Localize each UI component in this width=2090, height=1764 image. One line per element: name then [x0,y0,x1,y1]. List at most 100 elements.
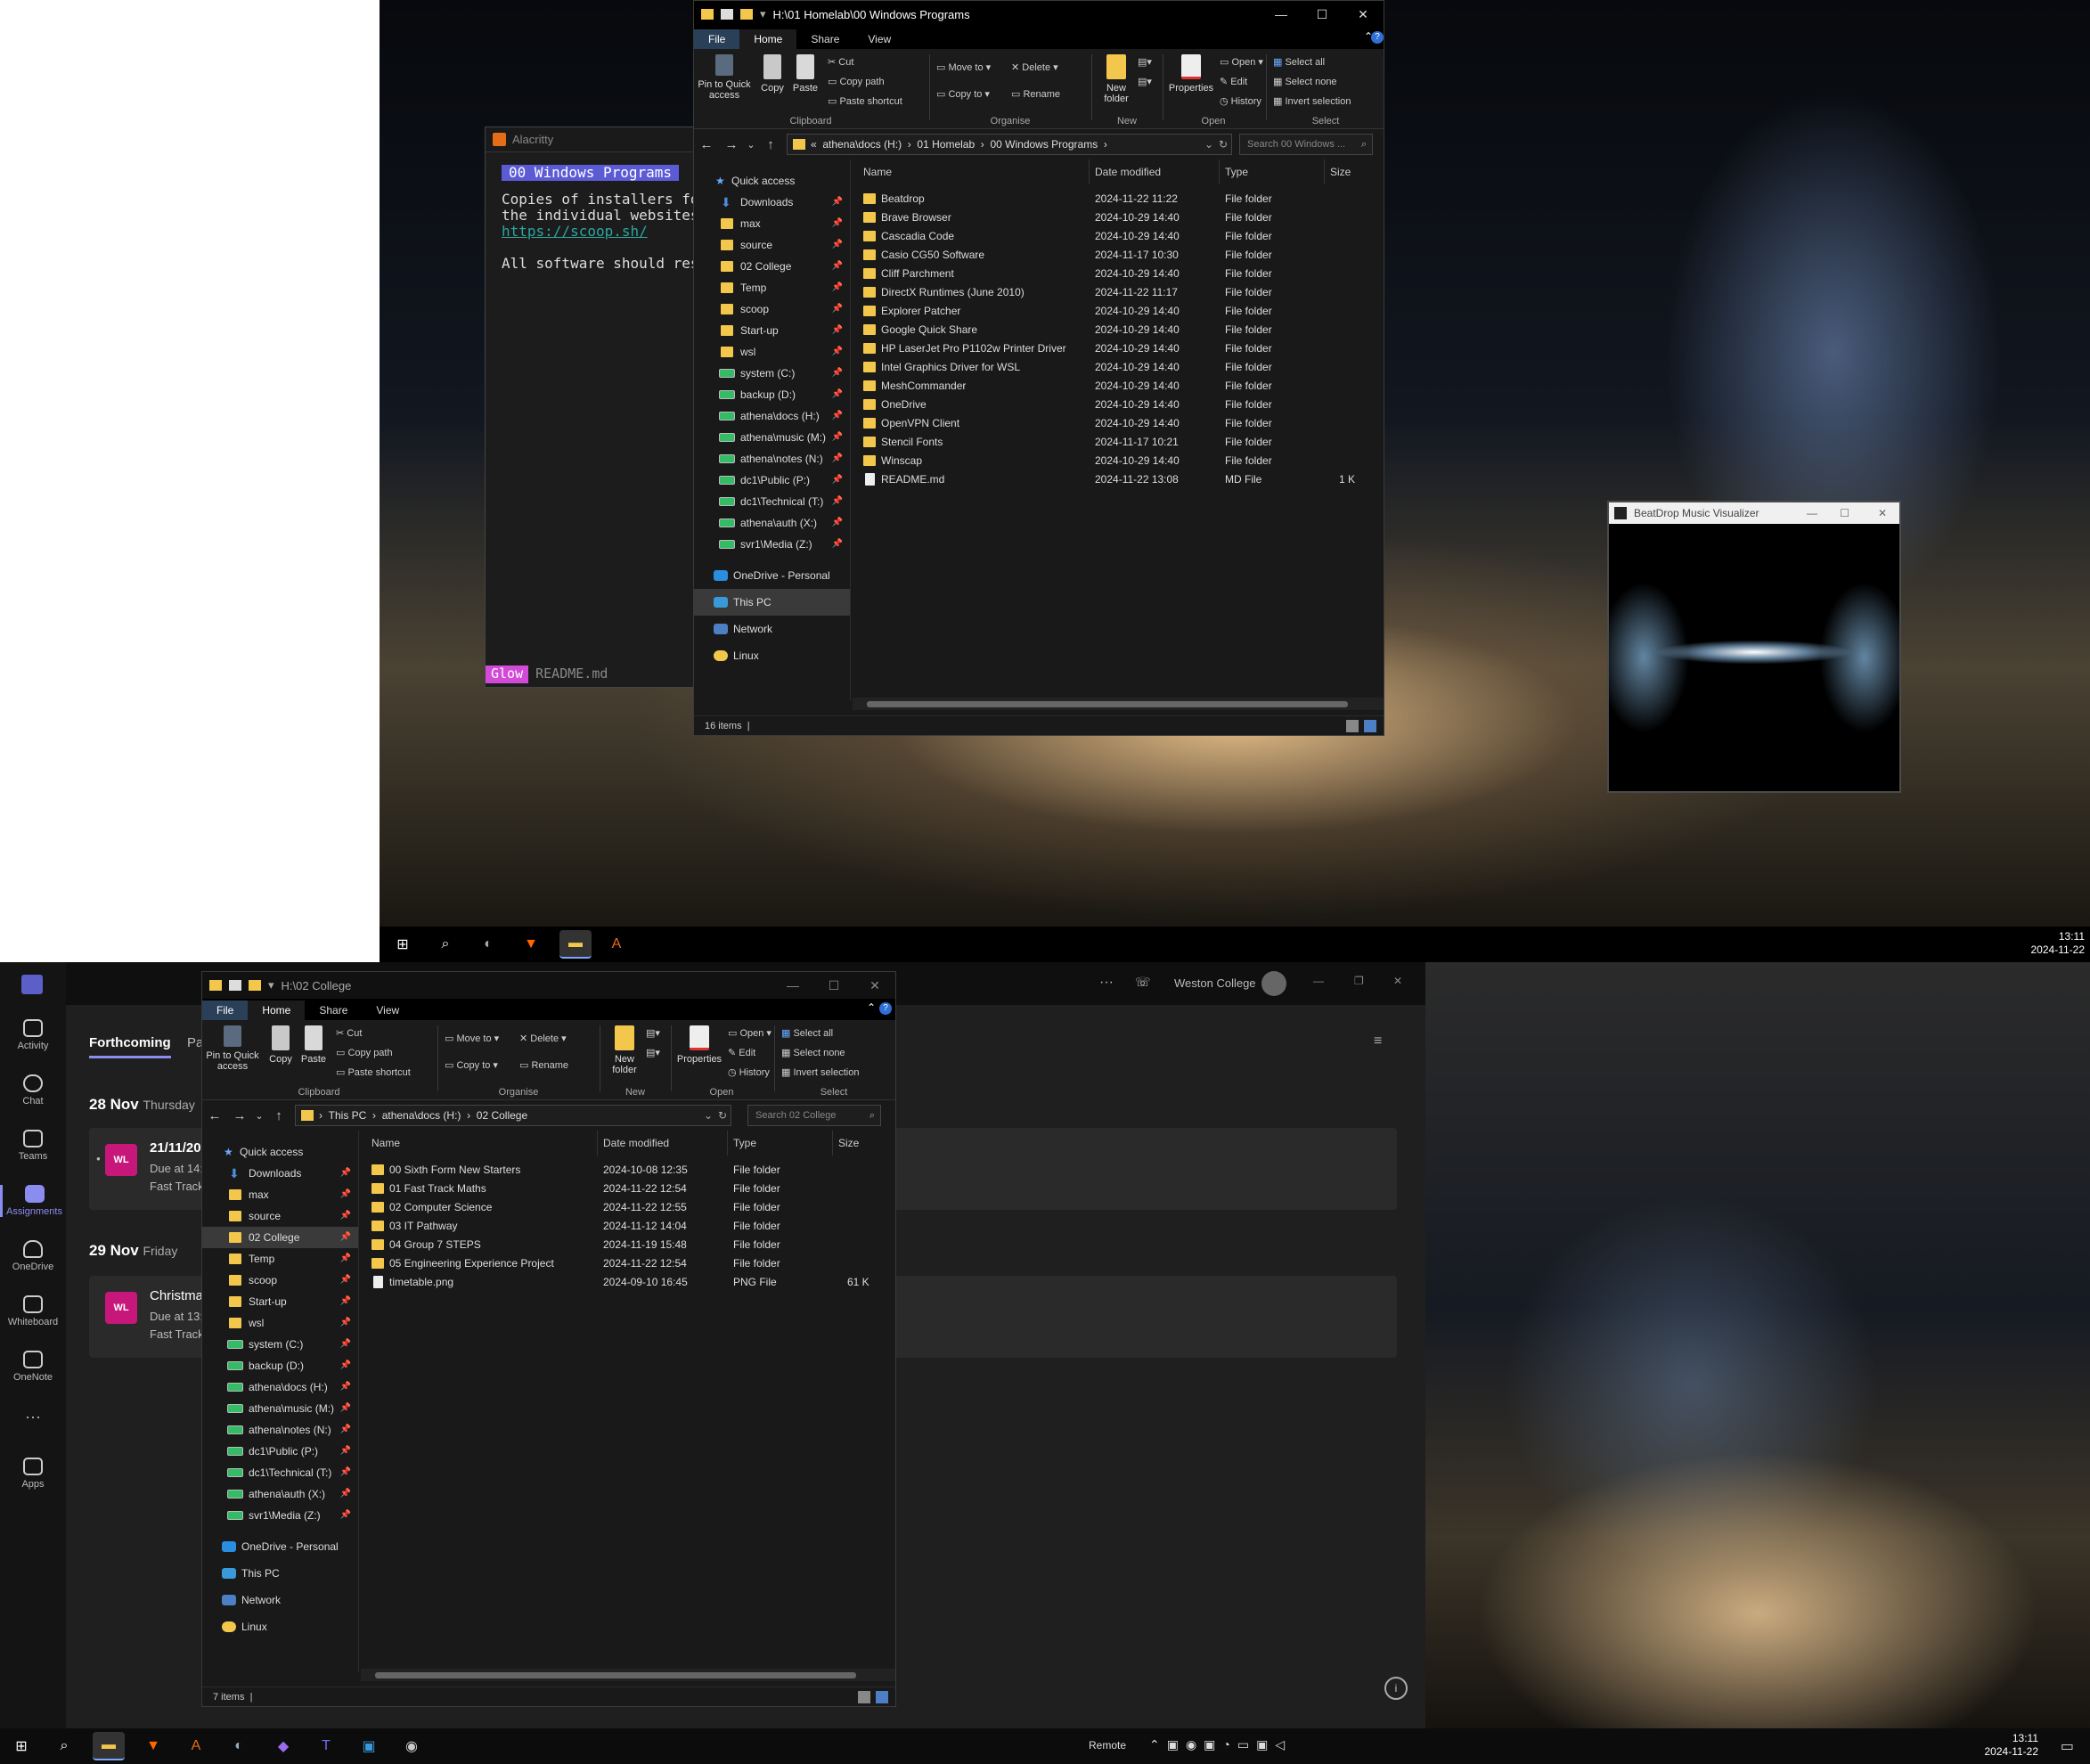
nav-item[interactable]: athena\music (M:) 📌 [202,1398,358,1419]
search-input[interactable]: Search 00 Windows ... ⌕ [1239,134,1373,155]
up-button[interactable]: ↑ [266,1108,291,1123]
file-row[interactable]: Explorer Patcher 2024-10-29 14:40 File fol… [858,302,1384,321]
clock[interactable]: 13:11 2024-11-22 [2031,930,2086,957]
file-row[interactable]: Winscap 2024-10-29 14:40 File folder [858,452,1384,470]
details-view-icon[interactable] [858,1691,870,1703]
breadcrumb-item[interactable]: athena\docs (H:) [822,138,902,151]
rail-teams[interactable]: Teams [0,1130,66,1162]
file-row[interactable]: DirectX Runtimes (June 2010) 2024-11-22 1… [858,283,1384,302]
file-row[interactable]: timetable.png 2024-09-10 16:45 PNG File 61 … [366,1273,895,1292]
horizontal-scrollbar[interactable] [361,1669,895,1681]
avatar[interactable] [1261,971,1286,996]
breadcrumb-overflow[interactable]: « [811,138,817,151]
tab-view[interactable]: View [362,1000,413,1020]
file-row[interactable]: OpenVPN Client 2024-10-29 14:40 File folde… [858,414,1384,433]
column-name[interactable]: Name [371,1131,598,1156]
delete-button[interactable]: ✕ Delete ▾ [1011,61,1058,73]
address-bar[interactable]: › This PC › athena\docs (H:) › 02 Colleg… [295,1105,731,1126]
file-row[interactable]: 00 Sixth Form New Starters 2024-10-08 12:… [366,1161,895,1180]
help-icon[interactable]: ? [879,1002,892,1015]
nav-linux[interactable]: Linux [694,642,850,669]
nav-item[interactable]: athena\notes (N:) 📌 [202,1419,358,1441]
nav-item[interactable]: Temp 📌 [202,1248,358,1270]
properties-button[interactable]: Properties [674,1025,724,1065]
tab-file[interactable]: File [202,1000,249,1020]
close-button[interactable]: ✕ [1393,975,1402,987]
nav-item[interactable]: athena\notes (N:) 📌 [694,448,850,470]
scrollbar-thumb[interactable] [867,701,1348,707]
file-row[interactable]: 03 IT Pathway 2024-11-12 14:04 File folder [366,1217,895,1236]
select-all-button[interactable]: ▦ Select all [781,1027,833,1039]
search-input[interactable]: Search 02 College ⌕ [747,1105,881,1126]
forward-button[interactable]: → [227,1108,252,1123]
file-row[interactable]: Google Quick Share 2024-10-29 14:40 File f… [858,321,1384,339]
info-icon[interactable]: i [1384,1677,1408,1700]
nav-item[interactable]: max 📌 [694,213,850,234]
address-dropdown-icon[interactable]: ⌄ [1204,138,1213,151]
remote-desktop-icon[interactable]: ▣ [358,1735,380,1757]
cut-button[interactable]: ✂ Cut [336,1027,362,1039]
tray-icons[interactable]: ⌃▣◉▣◔▭▣◁ [1149,1737,1292,1752]
brave-icon[interactable]: ▼ [143,1735,164,1757]
select-all-button[interactable]: ▦ Select all [1273,56,1325,68]
column-size[interactable]: Size [833,1131,895,1156]
nav-item[interactable]: dc1\Public (P:) 📌 [694,470,850,491]
file-row[interactable]: HP LaserJet Pro P1102w Printer Driver 202… [858,339,1384,358]
beatdrop-titlebar[interactable]: BeatDrop Music Visualizer — ☐ ✕ [1609,502,1899,524]
column-type[interactable]: Type [728,1131,833,1156]
file-row[interactable]: Cascadia Code 2024-10-29 14:40 File folder [858,227,1384,246]
nav-item[interactable]: scoop 📌 [694,298,850,320]
file-row[interactable]: MeshCommander 2024-10-29 14:40 File folder [858,377,1384,396]
nav-item[interactable]: athena\docs (H:) 📌 [694,405,850,427]
nav-item[interactable]: svr1\Media (Z:) 📌 [202,1505,358,1526]
rail-chat[interactable]: Chat [0,1074,66,1107]
nav-this-pc[interactable]: This PC [202,1560,358,1587]
new-item-button[interactable]: ▤▾ [646,1027,660,1039]
file-row[interactable]: Stencil Fonts 2024-11-17 10:21 File folder [858,433,1384,452]
start-icon[interactable]: ⊞ [392,934,413,955]
new-folder-button[interactable]: New folder [605,1025,644,1075]
copy-button[interactable]: Copy [758,54,787,94]
file-row[interactable]: Brave Browser 2024-10-29 14:40 File folder [858,208,1384,227]
nav-item[interactable]: max 📌 [202,1184,358,1205]
maximize-button[interactable]: ☐ [813,972,854,999]
new-folder-icon[interactable] [740,9,753,20]
column-date[interactable]: Date modified [598,1131,728,1156]
rail-assignments[interactable]: Assignments [0,1185,66,1217]
history-button[interactable]: ◷ History [728,1066,770,1078]
paste-shortcut-button[interactable]: ▭ Paste shortcut [828,95,902,107]
nav-item[interactable]: dc1\Technical (T:) 📌 [694,491,850,512]
minimize-button[interactable]: — [772,972,813,999]
address-bar[interactable]: « athena\docs (H:) › 01 Homelab › 00 Win… [787,134,1232,155]
nav-linux[interactable]: Linux [202,1613,358,1640]
file-explorer-icon[interactable]: ▬ [93,1732,125,1760]
file-row[interactable]: OneDrive 2024-10-29 14:40 File folder [858,396,1384,414]
paste-button[interactable]: Paste [298,1025,329,1065]
file-explorer-icon[interactable]: ▬ [559,930,592,959]
rail-onenote[interactable]: OneNote [0,1351,66,1383]
breadcrumb-item[interactable]: 00 Windows Programs [990,138,1098,151]
file-row[interactable]: Intel Graphics Driver for WSL 2024-10-29 … [858,358,1384,377]
horizontal-scrollbar[interactable] [853,698,1384,710]
rail-whiteboard[interactable]: Whiteboard [0,1295,66,1327]
filter-icon[interactable]: ≡ [1374,1033,1382,1049]
invert-selection-button[interactable]: ▦ Invert selection [1273,95,1351,107]
refresh-icon[interactable]: ↻ [718,1109,727,1122]
rename-button[interactable]: ▭ Rename [1011,88,1060,100]
file-row[interactable]: 04 Group 7 STEPS 2024-11-19 15:48 File fol… [366,1236,895,1254]
file-row[interactable]: 05 Engineering Experience Project 2024-11… [366,1254,895,1273]
qat-dropdown-icon[interactable]: ▾ [760,7,766,21]
rename-button[interactable]: ▭ Rename [519,1059,568,1071]
alacritty-icon[interactable]: A [185,1735,207,1757]
tab-share[interactable]: Share [796,29,853,49]
restore-button[interactable]: ❐ [1354,975,1364,987]
new-folder-button[interactable]: New folder [1097,54,1136,104]
column-name[interactable]: Name [863,159,1090,184]
nav-item[interactable]: athena\auth (X:) 📌 [202,1483,358,1505]
tab-forthcoming[interactable]: Forthcoming [89,1035,171,1058]
readme-link[interactable]: https://scoop.sh/ [502,224,698,240]
more-apps-icon[interactable]: ··· [0,1408,66,1426]
open-button[interactable]: ▭ Open ▾ [1220,56,1263,68]
new-item-button[interactable]: ▤▾ [1138,56,1152,68]
nav-item[interactable]: Start-up 📌 [202,1291,358,1312]
